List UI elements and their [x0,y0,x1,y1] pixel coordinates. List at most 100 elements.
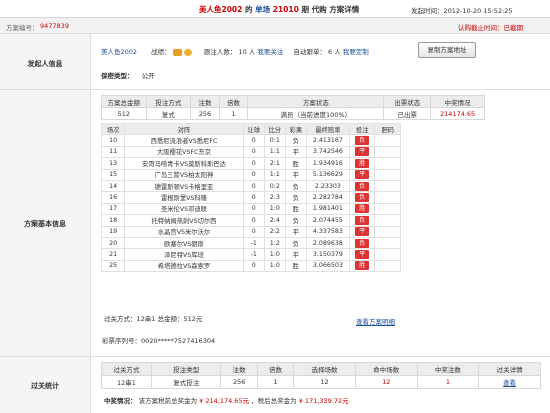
handicap: 0 [242,191,265,204]
result: 胜 [284,202,307,216]
bet-tag: 平 [355,147,370,157]
summary-table: 方案总金额 投注方式 注数 倍数 方案状态 出票状态 中奖情况 512 复式 2… [101,95,485,120]
result: 平 [284,248,307,261]
result: 负 [284,236,307,250]
score: 2:3 [263,191,286,204]
result: 胜 [284,157,307,170]
odds: 1.934916 [305,157,351,170]
bet-cell: 平 [349,225,376,238]
ticket-serial: 彩票序列号：0020*****7527416304 [102,337,216,345]
banker [374,248,401,261]
bet-tag: 负 [355,238,370,248]
match-no: 18 [100,214,126,227]
bet-tag: 胜 [355,261,370,271]
result: 平 [284,168,307,181]
handicap: 0 [242,214,265,227]
score: 2:4 [263,214,286,227]
score: 0:2 [263,179,286,193]
match-row: 25 希塔德拉VS森索罗 0 1:0 胜 3.066503 胜 [100,259,401,273]
match-teams: 西悉尼流浪者VS悉尼FC [124,134,244,147]
match-no: 15 [100,168,126,181]
view-pass-detail-link[interactable]: 查看 [503,379,516,387]
odds: 2.23303 [305,179,351,193]
author-link[interactable]: 美人鱼2002 [199,5,242,14]
pass-stats-table: 过关方式 投注类型 注数 倍数 选择场数 命中场数 中奖注数 过关详情 12串1… [101,362,541,389]
match-row: 19 水晶宫VS米尔沃尔 0 2:2 平 4.337583 平 [100,225,401,238]
match-no: 11 [100,145,126,159]
handicap: 0 [242,202,265,216]
pass-info: 过关方式：12串1 总金额：512元 [104,315,203,323]
follow-link[interactable]: 我要关注 [257,48,283,56]
view-detail-link[interactable]: 查看方案明细 [356,316,395,326]
section-initiator: 发起人信息 [0,34,91,89]
banker [374,168,401,181]
odds: 4.337583 [305,225,351,238]
bet-cell: 胜 [349,259,376,273]
bet-cell: 胜 [349,157,376,170]
bet-tag: 负 [355,181,370,191]
match-row: 17 圣米伦VS邓迪联 0 1:0 胜 1.981401 胜 [100,202,401,216]
score: 1:0 [263,248,286,261]
bet-cell: 负 [349,191,376,204]
match-teams: 水晶宫VS米尔沃尔 [124,225,244,238]
handicap: 0 [242,134,265,147]
banker [374,236,401,250]
match-row: 18 托特纳姆热刺VS切尔西 0 2:4 负 2.074455 负 [100,214,401,227]
banker [374,191,401,204]
handicap: 0 [242,259,265,273]
match-no: 17 [100,202,126,216]
section-basic: 方案基本信息 [0,90,91,356]
deadline-status: 认购截止时间：已截期 [458,24,523,32]
result: 平 [284,145,307,159]
match-no: 20 [100,236,126,250]
bet-cell: 负 [349,134,376,147]
result: 胜 [284,259,307,273]
banker [374,214,401,227]
match-row: 10 西悉尼流浪者VS悉尼FC 0 0:1 负 2.413167 负 [100,134,401,147]
odds: 3.742546 [305,145,351,159]
odds: 1.981401 [305,202,351,216]
result: 负 [284,134,307,147]
match-teams: 安哥马哈青卡VS莫斯科斯巴达 [124,157,244,170]
match-teams: 托特纳姆热刺VS切尔西 [124,214,244,227]
divider [0,89,550,90]
bet-tag: 平 [355,249,370,259]
match-row: 20 欧塞尔VS朗斯 -1 1:2 负 2.089638 负 [100,236,401,250]
bet-cell: 平 [349,145,376,159]
customize-link[interactable]: 我要定制 [343,48,369,56]
bet-tag: 负 [355,136,370,146]
match-row: 11 大阪樱花VSFC东京 0 1:1 平 3.742546 平 [100,145,401,159]
odds: 2.089638 [305,236,351,250]
match-row: 16 雷根斯堡VS科隆 0 2:3 负 2.282784 负 [100,191,401,204]
initiator-row: 美人鱼2002 战绩： 跟注人数： 10 人 我要关注 自动跟单： 6 人 我要… [101,48,369,56]
match-row: 14 德雷斯顿VS卡格里亚 0 0:2 负 2.23303 负 [100,179,401,193]
odds: 2.282784 [305,191,351,204]
match-no: 10 [100,134,126,147]
bet-tag: 平 [355,227,370,237]
match-teams: 广岛三箭VS柏太阳神 [124,168,244,181]
bet-cell: 负 [349,179,376,193]
result: 负 [284,191,307,204]
banker [374,179,401,193]
match-rows: 10 西悉尼流浪者VS悉尼FC 0 0:1 负 2.413167 负 11 大阪樱花VSFC东京… [100,134,401,273]
plan-number: 9477839 [40,22,69,30]
initiator-name[interactable]: 美人鱼2002 [101,48,137,56]
match-teams: 圣米伦VS邓迪联 [124,202,244,216]
banker [374,134,401,147]
handicap: -1 [242,236,265,250]
record-medal-icon [183,48,192,56]
score: 1:1 [263,145,286,159]
score: 2:1 [263,157,286,170]
match-row: 21 泽尼特VS库班 -1 1:0 平 3.150379 平 [100,248,401,261]
copy-address-button[interactable]: 复制方案地址 [418,42,476,58]
odds: 5.136629 [305,168,351,181]
handicap: 0 [242,179,265,193]
record-crown-icon [172,48,182,56]
bet-cell: 胜 [349,202,376,216]
match-teams: 雷根斯堡VS科隆 [124,191,244,204]
match-no: 21 [100,248,126,261]
start-time: 发起时间：2012-10-20 15:52:25 [411,7,513,15]
match-no: 25 [100,259,126,273]
bet-tag: 胜 [355,158,370,168]
match-teams: 德雷斯顿VS卡格里亚 [124,179,244,193]
